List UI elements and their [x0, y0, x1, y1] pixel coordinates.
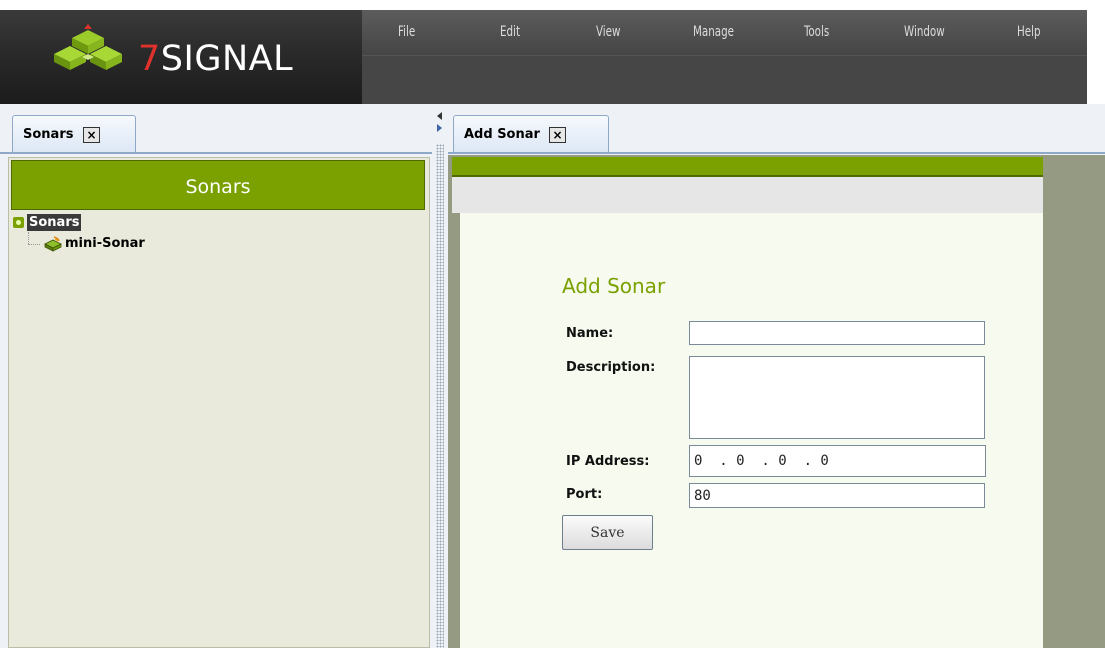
port-field[interactable] — [689, 483, 985, 508]
menu-tools[interactable]: Tools — [804, 24, 829, 40]
ip-address-field[interactable] — [689, 445, 986, 477]
sonars-tree-panel: Sonars Sonars mini-Sonar — [8, 157, 430, 648]
port-label: Port: — [566, 487, 603, 502]
brand-logo-text: 7SIGNAL — [138, 39, 293, 79]
sonar-device-icon — [43, 236, 63, 256]
form-title: Add Sonar — [562, 274, 666, 298]
right-tab-divider — [448, 152, 1105, 154]
tab-sonars-close-icon[interactable]: × — [83, 127, 100, 143]
ip-address-label: IP Address: — [566, 454, 650, 469]
expand-right-icon[interactable] — [437, 124, 442, 132]
menu-view[interactable]: View — [596, 24, 620, 40]
name-label: Name: — [566, 326, 614, 341]
name-field[interactable] — [689, 321, 985, 345]
sonars-panel-header: Sonars — [11, 160, 425, 210]
tree-connector — [28, 232, 29, 244]
logo-area: 7SIGNAL — [0, 10, 362, 104]
menu-edit[interactable]: Edit — [500, 24, 520, 40]
tab-add-sonar[interactable]: Add Sonar × — [453, 115, 609, 153]
menu-bar-lower — [362, 55, 1087, 104]
tree-node-icon — [13, 217, 24, 228]
menu-manage[interactable]: Manage — [693, 24, 734, 40]
tree-connector — [28, 244, 40, 245]
sonars-panel-title: Sonars — [185, 176, 251, 198]
save-button[interactable]: Save — [562, 515, 653, 550]
menu-help[interactable]: Help — [1017, 24, 1041, 40]
add-sonar-panel: Add Sonar × Add Sonar Name: Description:… — [448, 104, 1105, 648]
description-field[interactable] — [689, 356, 985, 439]
sonars-panel: Sonars × Sonars Sonars mini-Sonar — [0, 104, 432, 648]
tab-sonars-label: Sonars — [23, 127, 74, 142]
tab-sonars[interactable]: Sonars × — [12, 115, 136, 153]
brand-name: SIGNAL — [160, 39, 294, 79]
menu-window[interactable]: Window — [904, 24, 945, 40]
collapse-left-icon[interactable] — [437, 112, 442, 120]
tree-item-label: mini-Sonar — [65, 236, 145, 251]
tab-add-sonar-close-icon[interactable]: × — [549, 127, 566, 143]
left-tab-strip: Sonars × — [0, 104, 432, 154]
description-label: Description: — [566, 360, 656, 375]
app-header: 7SIGNAL File Edit View Manage Tools Wind… — [0, 0, 1105, 104]
content-header-bar — [452, 157, 1043, 177]
cube-logo-icon — [54, 24, 122, 78]
tab-add-sonar-label: Add Sonar — [464, 127, 540, 142]
left-tab-divider — [0, 152, 432, 154]
menu-bar: File Edit View Manage Tools Window Help — [362, 10, 1087, 55]
tree-root-label: Sonars — [27, 214, 82, 231]
panel-splitter[interactable] — [432, 104, 448, 648]
content-toolbar — [452, 177, 1043, 213]
splitter-grip[interactable] — [436, 144, 444, 648]
brand-seven: 7 — [138, 39, 161, 79]
menu-file[interactable]: File — [398, 24, 415, 40]
